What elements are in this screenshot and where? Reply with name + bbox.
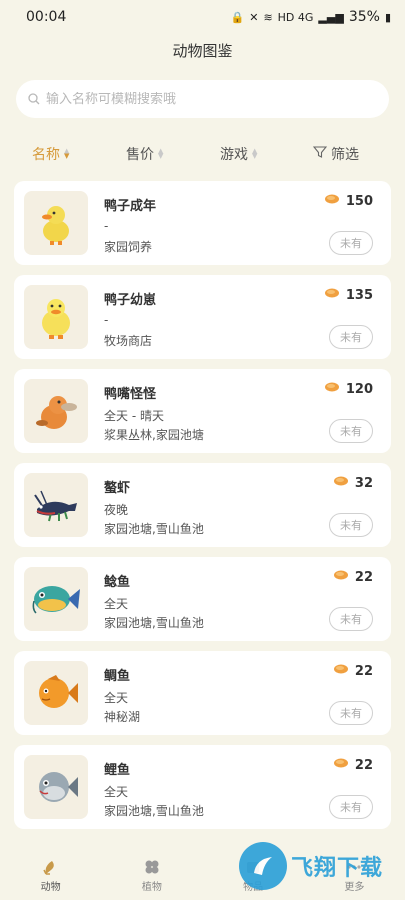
status-bar: 00:04 🔒 ✕ ≋ HD 4G ▂▄▆ 35% ▮ [0, 0, 405, 34]
sort-by-game[interactable]: 游戏 ▲ ▼ [220, 144, 257, 164]
item-location: 神秘湖 [104, 710, 141, 724]
tab-plants[interactable]: 植物 [101, 850, 202, 900]
battery-percent: 35% [348, 9, 380, 25]
list-item[interactable]: 鲶鱼 全天 家园池塘,雪山鱼池 22 未有 [14, 557, 391, 641]
item-price: 22 [333, 757, 373, 773]
sort-price-label: 售价 [126, 147, 154, 163]
coin-icon [333, 475, 349, 491]
owned-toggle[interactable]: 未有 [329, 701, 373, 725]
item-location: 家园池塘,雪山鱼池 [104, 804, 204, 818]
notification-icon: 🔒 [230, 10, 245, 24]
item-price-value: 120 [345, 381, 373, 397]
owned-toggle[interactable]: 未有 [329, 607, 373, 631]
search-bar[interactable] [16, 80, 389, 118]
item-time: - [104, 219, 109, 233]
list-item[interactable]: 鸭子幼崽 - 牧场商店 135 未有 [14, 275, 391, 359]
sort-name-label: 名称 [32, 147, 60, 163]
item-time: 夜晚 [104, 503, 129, 517]
coin-icon [324, 193, 340, 209]
list-item[interactable]: 鸭子成年 - 家园饲养 150 未有 [14, 181, 391, 265]
page-title: 动物图鉴 [172, 42, 233, 60]
wifi-icon: ≋ [263, 10, 273, 24]
search-input[interactable] [46, 91, 389, 107]
item-location: 牧场商店 [104, 334, 153, 348]
catfish-icon [24, 567, 88, 631]
item-name: 鲷鱼 [104, 669, 131, 684]
item-price-value: 135 [345, 287, 373, 303]
owned-toggle[interactable]: 未有 [329, 325, 373, 349]
list-item[interactable]: 螯虾 夜晚 家园池塘,雪山鱼池 32 未有 [14, 463, 391, 547]
platypus-icon [24, 379, 88, 443]
item-price: 135 [324, 287, 373, 303]
item-name: 鸭子成年 [104, 199, 157, 214]
item-price-value: 22 [354, 569, 373, 585]
sort-arrows-icon: ▲ ▼ [158, 147, 164, 160]
bream-icon [24, 661, 88, 725]
list-item[interactable]: 鸭嘴怪怪 全天 - 晴天 浆果丛林,家园池塘 120 未有 [14, 369, 391, 453]
item-time: - [104, 313, 109, 327]
item-name: 鸭子幼崽 [104, 293, 157, 308]
crayfish-icon [24, 473, 88, 537]
item-name: 鸭嘴怪怪 [104, 387, 157, 402]
watermark-logo: 飞翔下载 [239, 838, 397, 894]
battery-icon: ▮ [384, 10, 391, 24]
list-item[interactable]: 鲤鱼 全天 家园池塘,雪山鱼池 22 未有 [14, 745, 391, 829]
filter-icon [312, 145, 328, 163]
item-price: 32 [333, 475, 373, 491]
item-location: 家园池塘,雪山鱼池 [104, 522, 204, 536]
network-label: HD 4G [277, 10, 314, 24]
status-time: 00:04 [26, 9, 67, 25]
duckling-icon [24, 285, 88, 349]
search-icon [28, 90, 40, 109]
watermark-logo-icon [239, 842, 287, 890]
item-price: 120 [324, 381, 373, 397]
item-price-value: 32 [354, 475, 373, 491]
item-name: 鲤鱼 [104, 763, 131, 778]
list-item[interactable]: 鲷鱼 全天 神秘湖 22 未有 [14, 651, 391, 735]
tab-animals-label: 动物 [40, 882, 61, 893]
item-name: 螯虾 [104, 481, 131, 496]
owned-toggle[interactable]: 未有 [329, 419, 373, 443]
owned-toggle[interactable]: 未有 [329, 231, 373, 255]
coin-icon [324, 287, 340, 303]
item-location: 家园池塘,雪山鱼池 [104, 616, 204, 630]
item-time: 全天 [104, 597, 129, 611]
duck-adult-icon [24, 191, 88, 255]
coin-icon [333, 663, 349, 679]
watermark-text: 飞翔下载 [291, 856, 384, 881]
sort-arrows-icon: ▲ ▼ [64, 147, 70, 160]
item-location: 家园饲养 [104, 240, 153, 254]
item-time: 全天 [104, 785, 129, 799]
item-price-value: 150 [345, 193, 373, 209]
item-time: 全天 - 晴天 [104, 409, 164, 423]
item-location: 浆果丛林,家园池塘 [104, 428, 204, 442]
sort-arrows-icon: ▲ ▼ [252, 147, 258, 160]
item-price: 150 [324, 193, 373, 209]
sort-by-name[interactable]: 名称 ▲ ▼ [32, 144, 69, 164]
sort-by-price[interactable]: 售价 ▲ ▼ [126, 144, 163, 164]
item-name: 鲶鱼 [104, 575, 131, 590]
owned-toggle[interactable]: 未有 [329, 513, 373, 537]
signal-icon: ▂▄▆ [318, 10, 344, 24]
item-price: 22 [333, 663, 373, 679]
coin-icon [324, 381, 340, 397]
sort-game-label: 游戏 [220, 147, 248, 163]
mute-icon: ✕ [249, 10, 259, 24]
clover-icon [143, 858, 161, 876]
item-price-value: 22 [354, 757, 373, 773]
item-price-value: 22 [354, 663, 373, 679]
tab-plants-label: 植物 [141, 882, 162, 893]
owned-toggle[interactable]: 未有 [329, 795, 373, 819]
sort-bar: 名称 ▲ ▼ 售价 ▲ ▼ 游戏 ▲ ▼ 筛选 [0, 136, 405, 170]
item-time: 全天 [104, 691, 129, 705]
coin-icon [333, 757, 349, 773]
filter-label: 筛选 [331, 147, 359, 163]
fish-icon [42, 858, 60, 876]
coin-icon [333, 569, 349, 585]
carp-icon [24, 755, 88, 819]
item-price: 22 [333, 569, 373, 585]
status-icons: 🔒 ✕ ≋ HD 4G ▂▄▆ 35% ▮ [231, 9, 391, 25]
tab-animals[interactable]: 动物 [0, 850, 101, 900]
filter-button[interactable]: 筛选 [312, 144, 359, 164]
